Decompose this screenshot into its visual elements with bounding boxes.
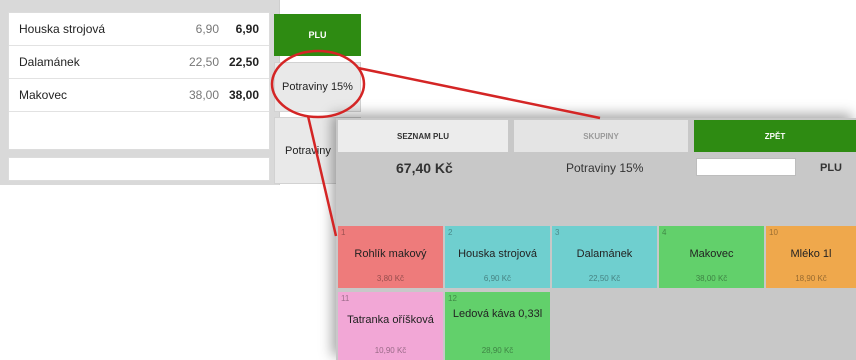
tab-seznam-plu[interactable]: SEZNAM PLU	[338, 120, 508, 152]
plu-tile-number: 2	[448, 228, 453, 237]
plu-tile-number: 4	[662, 228, 667, 237]
receipt-item-unit-price: 6,90	[195, 22, 219, 36]
plu-tile-price: 28,90 Kč	[481, 346, 514, 355]
plu-input[interactable]	[696, 158, 796, 176]
plu-tile-title: Rohlík makový	[354, 248, 427, 260]
plu-tile-price: 10,90 Kč	[374, 346, 407, 355]
receipt-item-total: 22,50	[228, 55, 259, 69]
plu-tile-price: 6,90 Kč	[483, 274, 512, 283]
plu-tile-title: Mléko 1l	[790, 248, 832, 260]
receipt-row[interactable]: Makovec 38,00 38,00	[9, 79, 269, 112]
plu-tile-title: Houska strojová	[458, 248, 537, 260]
receipt-item-unit-price: 22,50	[188, 55, 219, 69]
receipt-summary-field	[8, 157, 270, 181]
receipt-list: Houska strojová 6,90 6,90 Dalamánek 22,5…	[8, 12, 270, 150]
overlay-info-row: 67,40 Kč Potraviny 15% PLU	[336, 152, 856, 188]
receipt-row[interactable]: Houska strojová 6,90 6,90	[9, 13, 269, 46]
plu-tile-title: Makovec	[689, 248, 734, 260]
plu-tile-price: 38,00 Kč	[695, 274, 728, 283]
plu-tile-price: 3,80 Kč	[376, 274, 405, 283]
plu-tile[interactable]: 12 Ledová káva 0,33l 28,90 Kč	[445, 292, 550, 360]
plu-tile-title: Tatranka oříšková	[347, 314, 434, 326]
plu-tile[interactable]: 1 Rohlík makový 3,80 Kč	[338, 226, 443, 288]
tab-skupiny[interactable]: SKUPINY	[514, 120, 688, 152]
plu-button[interactable]: PLU	[274, 14, 361, 56]
back-button[interactable]: ZPĚT	[694, 120, 856, 152]
plu-tile-number: 1	[341, 228, 346, 237]
category-button-potraviny-15[interactable]: Potraviny 15%	[274, 62, 361, 112]
group-name: Potraviny 15%	[566, 161, 644, 175]
plu-tile-price: 22,50 Kč	[588, 274, 621, 283]
receipt-item-name: Makovec	[19, 88, 68, 102]
plu-tile[interactable]: 2 Houska strojová 6,90 Kč	[445, 226, 550, 288]
plu-tile-title: Dalamánek	[576, 248, 633, 260]
plu-tile[interactable]: 11 Tatranka oříšková 10,90 Kč	[338, 292, 443, 360]
receipt-item-total: 6,90	[235, 22, 259, 36]
plu-label: PLU	[820, 162, 842, 174]
receipt-panel: Houska strojová 6,90 6,90 Dalamánek 22,5…	[0, 0, 280, 185]
plu-overlay-panel: SEZNAM PLU SKUPINY ZPĚT 67,40 Kč Potravi…	[336, 118, 856, 360]
plu-tile[interactable]: 4 Makovec 38,00 Kč	[659, 226, 764, 288]
plu-tile[interactable]: 10 Mléko 1l 18,90 Kč	[766, 226, 856, 288]
receipt-item-unit-price: 38,00	[188, 88, 219, 102]
receipt-row[interactable]: Dalamánek 22,50 22,50	[9, 46, 269, 79]
overlay-tab-bar: SEZNAM PLU SKUPINY ZPĚT	[336, 118, 856, 152]
plu-tile-number: 12	[448, 294, 457, 303]
plu-tile-number: 3	[555, 228, 560, 237]
receipt-item-name: Dalamánek	[19, 55, 80, 69]
plu-tile-number: 11	[341, 294, 350, 303]
plu-tile-price: 18,90 Kč	[795, 274, 827, 283]
plu-tile[interactable]: 3 Dalamánek 22,50 Kč	[552, 226, 657, 288]
total-amount: 67,40 Kč	[396, 160, 453, 176]
plu-tile-title: Ledová káva 0,33l	[452, 308, 543, 320]
receipt-item-name: Houska strojová	[19, 22, 106, 36]
plu-tile-number: 10	[769, 228, 778, 237]
receipt-item-total: 38,00	[228, 88, 259, 102]
